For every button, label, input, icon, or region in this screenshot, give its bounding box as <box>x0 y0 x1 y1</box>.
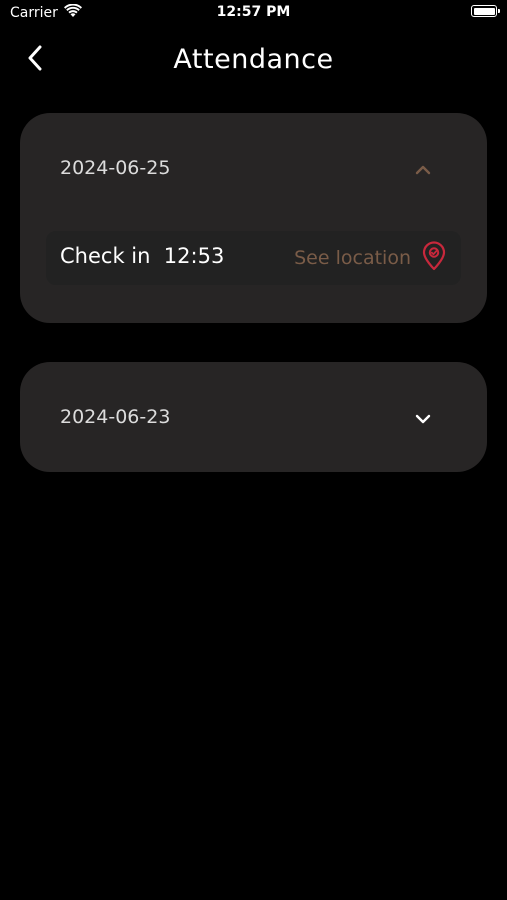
status-bar: Carrier 12:57 PM <box>0 0 507 30</box>
attendance-card: 2024-06-25 Check in 12:53 See location <box>20 113 487 323</box>
checkin-label: Check in 12:53 <box>60 244 224 268</box>
collapse-toggle[interactable] <box>411 157 435 181</box>
status-time: 12:57 PM <box>216 4 291 20</box>
expand-toggle[interactable] <box>411 406 435 430</box>
battery-fill <box>473 7 495 15</box>
header: Attendance <box>0 40 507 80</box>
battery-icon <box>471 5 500 17</box>
checkin-entry: Check in 12:53 See location <box>46 231 461 285</box>
location-pin-icon <box>421 241 447 275</box>
page-title: Attendance <box>173 44 334 75</box>
attendance-card: 2024-06-23 <box>20 362 487 472</box>
entry-type: Check in <box>60 244 151 268</box>
chevron-up-icon <box>415 160 431 179</box>
status-right <box>471 5 500 17</box>
entry-time: 12:53 <box>163 244 225 268</box>
see-location-label: See location <box>294 247 411 269</box>
record-date: 2024-06-25 <box>60 157 171 179</box>
record-date: 2024-06-23 <box>60 406 171 428</box>
see-location-button[interactable]: See location <box>294 241 447 275</box>
chevron-down-icon <box>415 409 431 428</box>
